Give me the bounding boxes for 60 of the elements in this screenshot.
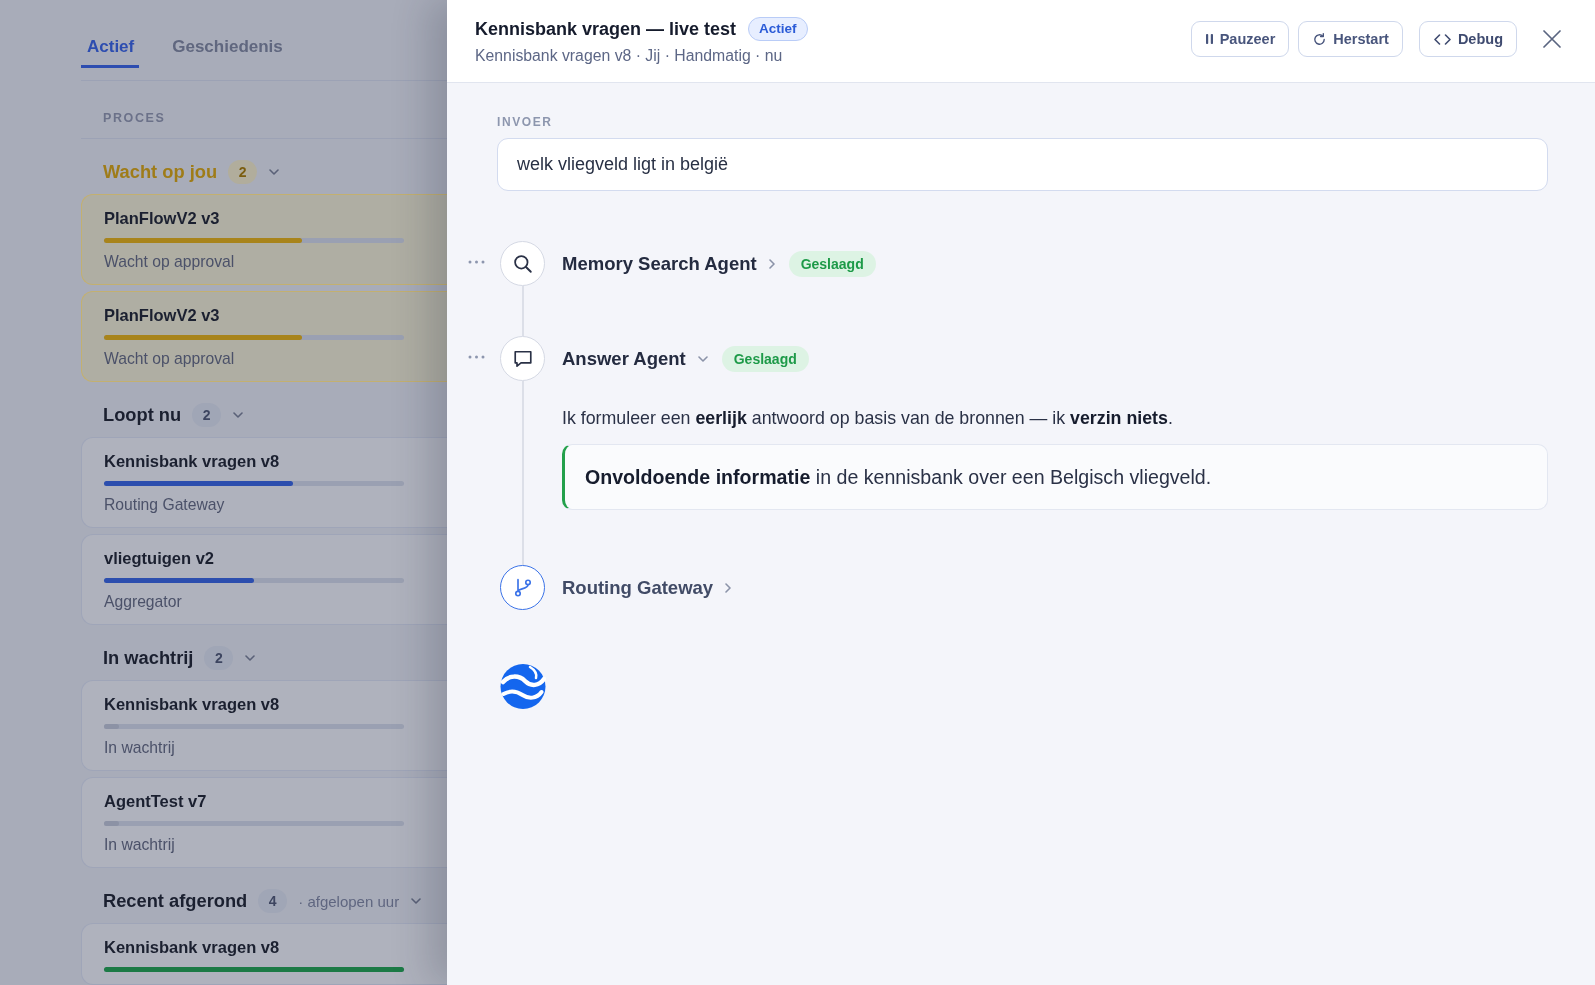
count-badge: 2 — [192, 403, 222, 427]
pause-icon — [1205, 34, 1213, 44]
card-title: Kennisbank vragen v8 — [104, 937, 281, 957]
card-title: AgentTest v7 — [104, 791, 208, 811]
step-title: Answer Agent — [562, 347, 686, 370]
more-icon[interactable] — [468, 354, 485, 359]
run-card[interactable]: PlanFlowV2 v3 Wacht op approval — [81, 194, 447, 285]
count-badge: 4 — [258, 889, 288, 913]
run-card[interactable]: PlanFlowV2 v3 Wacht op approval — [81, 291, 447, 382]
group-note: · afgelopen uur — [298, 892, 400, 910]
input-label: INVOER — [497, 115, 554, 129]
status-badge: Geslaagd — [788, 250, 876, 277]
step-title: Memory Search Agent — [562, 252, 757, 275]
chevron-right-icon[interactable] — [725, 582, 732, 593]
card-status: Routing Gateway — [104, 495, 226, 515]
run-card[interactable]: Kennisbank vragen v8 In wachtrij — [81, 680, 447, 771]
group-title: Wacht op jou — [103, 161, 218, 183]
run-card[interactable]: vliegtuigen v2 Aggregator — [81, 534, 447, 625]
status-badge: Geslaagd — [721, 345, 809, 372]
run-card[interactable]: AgentTest v7 In wachtrij — [81, 777, 447, 868]
step-description: Ik formuleer een eerlijk antwoord op basis van de bronnen — ik verzin niets. — [562, 407, 1174, 430]
chevron-down-icon[interactable] — [411, 898, 422, 904]
card-status: In wachtrij — [104, 738, 176, 758]
step-title: Routing Gateway — [562, 576, 714, 599]
chevron-down-icon[interactable] — [233, 412, 244, 418]
chevron-down-icon[interactable] — [245, 655, 256, 661]
drawer-subtitle: Kennisbank vragen v8 · Jij · Handmatig · nu — [475, 47, 784, 65]
restart-button[interactable]: Herstart — [1298, 21, 1403, 57]
group-title: In wachtrij — [103, 647, 194, 669]
card-status: Wacht op approval — [104, 252, 236, 272]
drawer-title: Kennisbank vragen — live test — [475, 18, 737, 40]
section-label: PROCES — [102, 110, 167, 127]
more-icon[interactable] — [468, 259, 485, 264]
count-badge: 2 — [228, 160, 258, 184]
card-status: In wachtrij — [104, 835, 176, 855]
chevron-down-icon[interactable] — [269, 169, 280, 175]
pause-button[interactable]: Pauzeer — [1190, 21, 1290, 57]
count-badge: 2 — [204, 646, 234, 670]
card-title: PlanFlowV2 v3 — [104, 208, 221, 228]
run-card[interactable]: Kennisbank vragen v8 — [81, 923, 447, 985]
close-button[interactable] — [1543, 30, 1561, 48]
input-field[interactable]: welk vliegveld ligt in belgië — [497, 138, 1548, 191]
result-callout: Onvoldoende informatie in de kennisbank over een Belgisch vliegveld. — [562, 444, 1548, 510]
status-badge: Actief — [748, 17, 808, 41]
group-title: Recent afgerond — [103, 890, 248, 912]
card-title: Kennisbank vragen v8 — [104, 694, 281, 714]
group-title: Loopt nu — [103, 404, 182, 426]
card-title: PlanFlowV2 v3 — [104, 305, 221, 325]
chevron-down-icon[interactable] — [697, 355, 708, 362]
refresh-icon — [1313, 32, 1327, 46]
card-title: vliegtuigen v2 — [104, 548, 216, 568]
close-icon — [1543, 30, 1561, 48]
run-card[interactable]: Kennisbank vragen v8 Routing Gateway — [81, 437, 447, 528]
code-icon — [1433, 33, 1451, 45]
swirl-logo-icon — [500, 663, 546, 710]
chevron-right-icon[interactable] — [768, 258, 775, 269]
card-title: Kennisbank vragen v8 — [104, 451, 281, 471]
debug-button[interactable]: Debug — [1418, 21, 1517, 57]
card-status: Aggregator — [104, 592, 183, 612]
card-status: Wacht op approval — [104, 349, 236, 369]
